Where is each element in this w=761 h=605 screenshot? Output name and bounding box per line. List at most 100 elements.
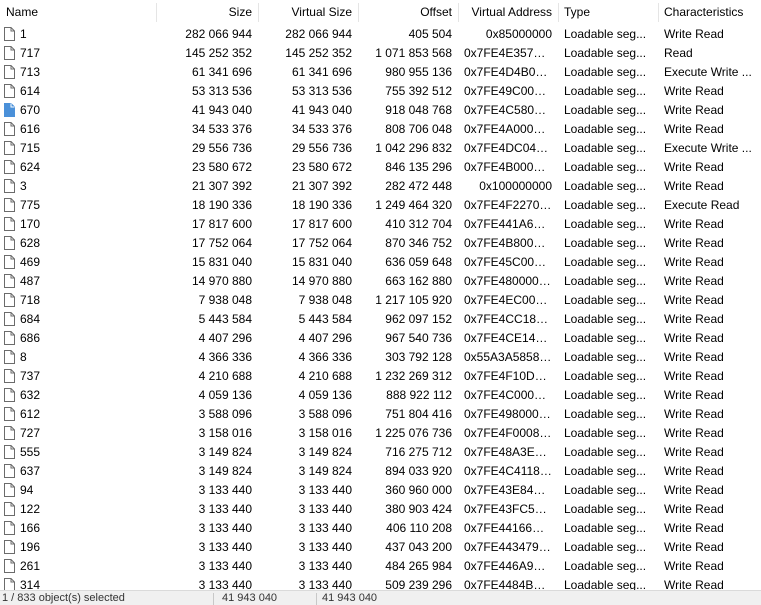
- cell-type: Loadable seg...: [564, 217, 647, 231]
- table-row[interactable]: 487 14 970 880 14 970 880 663 162 880 0x7FE4…: [0, 272, 761, 291]
- cell-size: 18 190 336: [191, 198, 252, 212]
- table-row[interactable]: 718 7 938 048 7 938 048 1 217 105 920 0x7FE4…: [0, 291, 761, 310]
- table-row[interactable]: 686 4 407 296 4 407 296 967 540 736 0x7FE4CE…: [0, 329, 761, 348]
- table-row[interactable]: 684 5 443 584 5 443 584 962 097 152 0x7FE4CC…: [0, 310, 761, 329]
- cell-size: 61 341 696: [191, 65, 252, 79]
- cell-characteristics: Write Read: [664, 521, 724, 535]
- cell-name: 737: [20, 369, 41, 383]
- table-row[interactable]: 624 23 580 672 23 580 672 846 135 296 0x7FE4…: [0, 158, 761, 177]
- cell-offset: 410 312 704: [385, 217, 452, 231]
- table-row[interactable]: 555 3 149 824 3 149 824 716 275 712 0x7FE48A…: [0, 443, 761, 462]
- table-row[interactable]: 122 3 133 440 3 133 440 380 903 424 0x7FE43F…: [0, 500, 761, 519]
- cell-type: Loadable seg...: [564, 141, 647, 155]
- cell-characteristics: Write Read: [664, 274, 724, 288]
- cell-type: Loadable seg...: [564, 103, 647, 117]
- cell-virtual-address: 0x7FE4F0008000: [464, 426, 558, 440]
- cell-size: 53 313 536: [191, 84, 252, 98]
- cell-offset: 636 059 648: [385, 255, 452, 269]
- table-row[interactable]: 670 41 943 040 41 943 040 918 048 768 0x7FE4…: [0, 101, 761, 120]
- cell-size: 23 580 672: [191, 160, 252, 174]
- cell-size: 7 938 048: [198, 293, 252, 307]
- cell-virtual-size: 3 133 440: [298, 521, 352, 535]
- column-header-name[interactable]: Name: [0, 0, 156, 25]
- cell-size: 17 817 600: [191, 217, 252, 231]
- table-row[interactable]: 637 3 149 824 3 149 824 894 033 920 0x7FE4C4…: [0, 462, 761, 481]
- cell-name: 94: [20, 483, 34, 497]
- cell-virtual-size: 7 938 048: [298, 293, 352, 307]
- cell-offset: 755 392 512: [385, 84, 452, 98]
- column-header-type[interactable]: Type: [558, 0, 658, 25]
- cell-size: 4 366 336: [198, 350, 252, 364]
- column-header-offset[interactable]: Offset: [358, 0, 458, 25]
- column-header-virtual-address[interactable]: Virtual Address: [458, 0, 558, 25]
- cell-size: 41 943 040: [191, 103, 252, 117]
- cell-type: Loadable seg...: [564, 122, 647, 136]
- cell-size: 4 407 296: [198, 331, 252, 345]
- cell-characteristics: Write Read: [664, 312, 724, 326]
- table-body: 1 282 066 944 282 066 944 405 504 0x85000000…: [0, 25, 761, 595]
- table-row[interactable]: 1 282 066 944 282 066 944 405 504 0x85000000…: [0, 25, 761, 44]
- cell-characteristics: Write Read: [664, 350, 724, 364]
- cell-size: 15 831 040: [191, 255, 252, 269]
- table-row[interactable]: 94 3 133 440 3 133 440 360 960 000 0x7FE43E8…: [0, 481, 761, 500]
- cell-virtual-size: 3 149 824: [298, 445, 352, 459]
- table-row[interactable]: 612 3 588 096 3 588 096 751 804 416 0x7FE498…: [0, 405, 761, 424]
- cell-offset: 282 472 448: [385, 179, 452, 193]
- cell-name: 684: [20, 312, 41, 326]
- cell-characteristics: Write Read: [664, 27, 724, 41]
- cell-size: 21 307 392: [191, 179, 252, 193]
- table-row[interactable]: 713 61 341 696 61 341 696 980 955 136 0x7FE4…: [0, 63, 761, 82]
- cell-name: 775: [20, 198, 41, 212]
- cell-virtual-address: 0x7FE43E844000: [464, 483, 558, 497]
- cell-size: 3 133 440: [198, 483, 252, 497]
- cell-virtual-address: 0x7FE480000000: [464, 274, 558, 288]
- table-row[interactable]: 715 29 556 736 29 556 736 1 042 296 832 0x7F…: [0, 139, 761, 158]
- table-row[interactable]: 166 3 133 440 3 133 440 406 110 208 0x7FE441…: [0, 519, 761, 538]
- cell-virtual-size: 4 407 296: [298, 331, 352, 345]
- cell-name: 713: [20, 65, 41, 79]
- table-row[interactable]: 3 21 307 392 21 307 392 282 472 448 0x100000…: [0, 177, 761, 196]
- cell-type: Loadable seg...: [564, 84, 647, 98]
- cell-virtual-size: 5 443 584: [298, 312, 352, 326]
- cell-virtual-address: 0x7FE4A0000000: [464, 122, 558, 136]
- cell-name: 3: [20, 179, 27, 193]
- table-row[interactable]: 170 17 817 600 17 817 600 410 312 704 0x7FE4…: [0, 215, 761, 234]
- cell-virtual-size: 34 533 376: [291, 122, 352, 136]
- table-row[interactable]: 616 34 533 376 34 533 376 808 706 048 0x7FE4…: [0, 120, 761, 139]
- table-row[interactable]: 737 4 210 688 4 210 688 1 232 269 312 0x7FE4…: [0, 367, 761, 386]
- table-row[interactable]: 775 18 190 336 18 190 336 1 249 464 320 0x7F…: [0, 196, 761, 215]
- cell-type: Loadable seg...: [564, 350, 647, 364]
- cell-offset: 980 955 136: [385, 65, 452, 79]
- cell-type: Loadable seg...: [564, 483, 647, 497]
- table-row[interactable]: 727 3 158 016 3 158 016 1 225 076 736 0x7FE4…: [0, 424, 761, 443]
- cell-name: 717: [20, 46, 41, 60]
- cell-virtual-address: 0x55A3A5858000: [464, 350, 558, 364]
- column-header-size[interactable]: Size: [156, 0, 258, 25]
- table-row[interactable]: 717 145 252 352 145 252 352 1 071 853 568 0x…: [0, 44, 761, 63]
- table-row[interactable]: 196 3 133 440 3 133 440 437 043 200 0x7FE443…: [0, 538, 761, 557]
- cell-characteristics: Write Read: [664, 540, 724, 554]
- cell-characteristics: Write Read: [664, 217, 724, 231]
- cell-virtual-size: 23 580 672: [291, 160, 352, 174]
- cell-characteristics: Write Read: [664, 502, 724, 516]
- cell-size: 3 158 016: [198, 426, 252, 440]
- cell-offset: 663 162 880: [385, 274, 452, 288]
- table-row[interactable]: 469 15 831 040 15 831 040 636 059 648 0x7FE4…: [0, 253, 761, 272]
- cell-virtual-address: 0x100000000: [479, 179, 552, 193]
- cell-name: 469: [20, 255, 41, 269]
- table-row[interactable]: 614 53 313 536 53 313 536 755 392 512 0x7FE4…: [0, 82, 761, 101]
- cell-size: 5 443 584: [198, 312, 252, 326]
- table-row[interactable]: 8 4 366 336 4 366 336 303 792 128 0x55A3A585…: [0, 348, 761, 367]
- table-row[interactable]: 628 17 752 064 17 752 064 870 346 752 0x7FE4…: [0, 234, 761, 253]
- table-row[interactable]: 632 4 059 136 4 059 136 888 922 112 0x7FE4C0…: [0, 386, 761, 405]
- column-header-characteristics[interactable]: Characteristics: [658, 0, 761, 25]
- cell-type: Loadable seg...: [564, 179, 647, 193]
- table-row[interactable]: 261 3 133 440 3 133 440 484 265 984 0x7FE446…: [0, 557, 761, 576]
- cell-offset: 894 033 920: [385, 464, 452, 478]
- cell-virtual-size: 3 133 440: [298, 502, 352, 516]
- column-header-virtual-size[interactable]: Virtual Size: [258, 0, 358, 25]
- cell-virtual-address: 0x7FE441A6E000: [464, 217, 558, 231]
- cell-offset: 888 922 112: [386, 388, 452, 402]
- cell-virtual-address: 0x85000000: [485, 27, 552, 41]
- cell-virtual-size: 4 210 688: [298, 369, 352, 383]
